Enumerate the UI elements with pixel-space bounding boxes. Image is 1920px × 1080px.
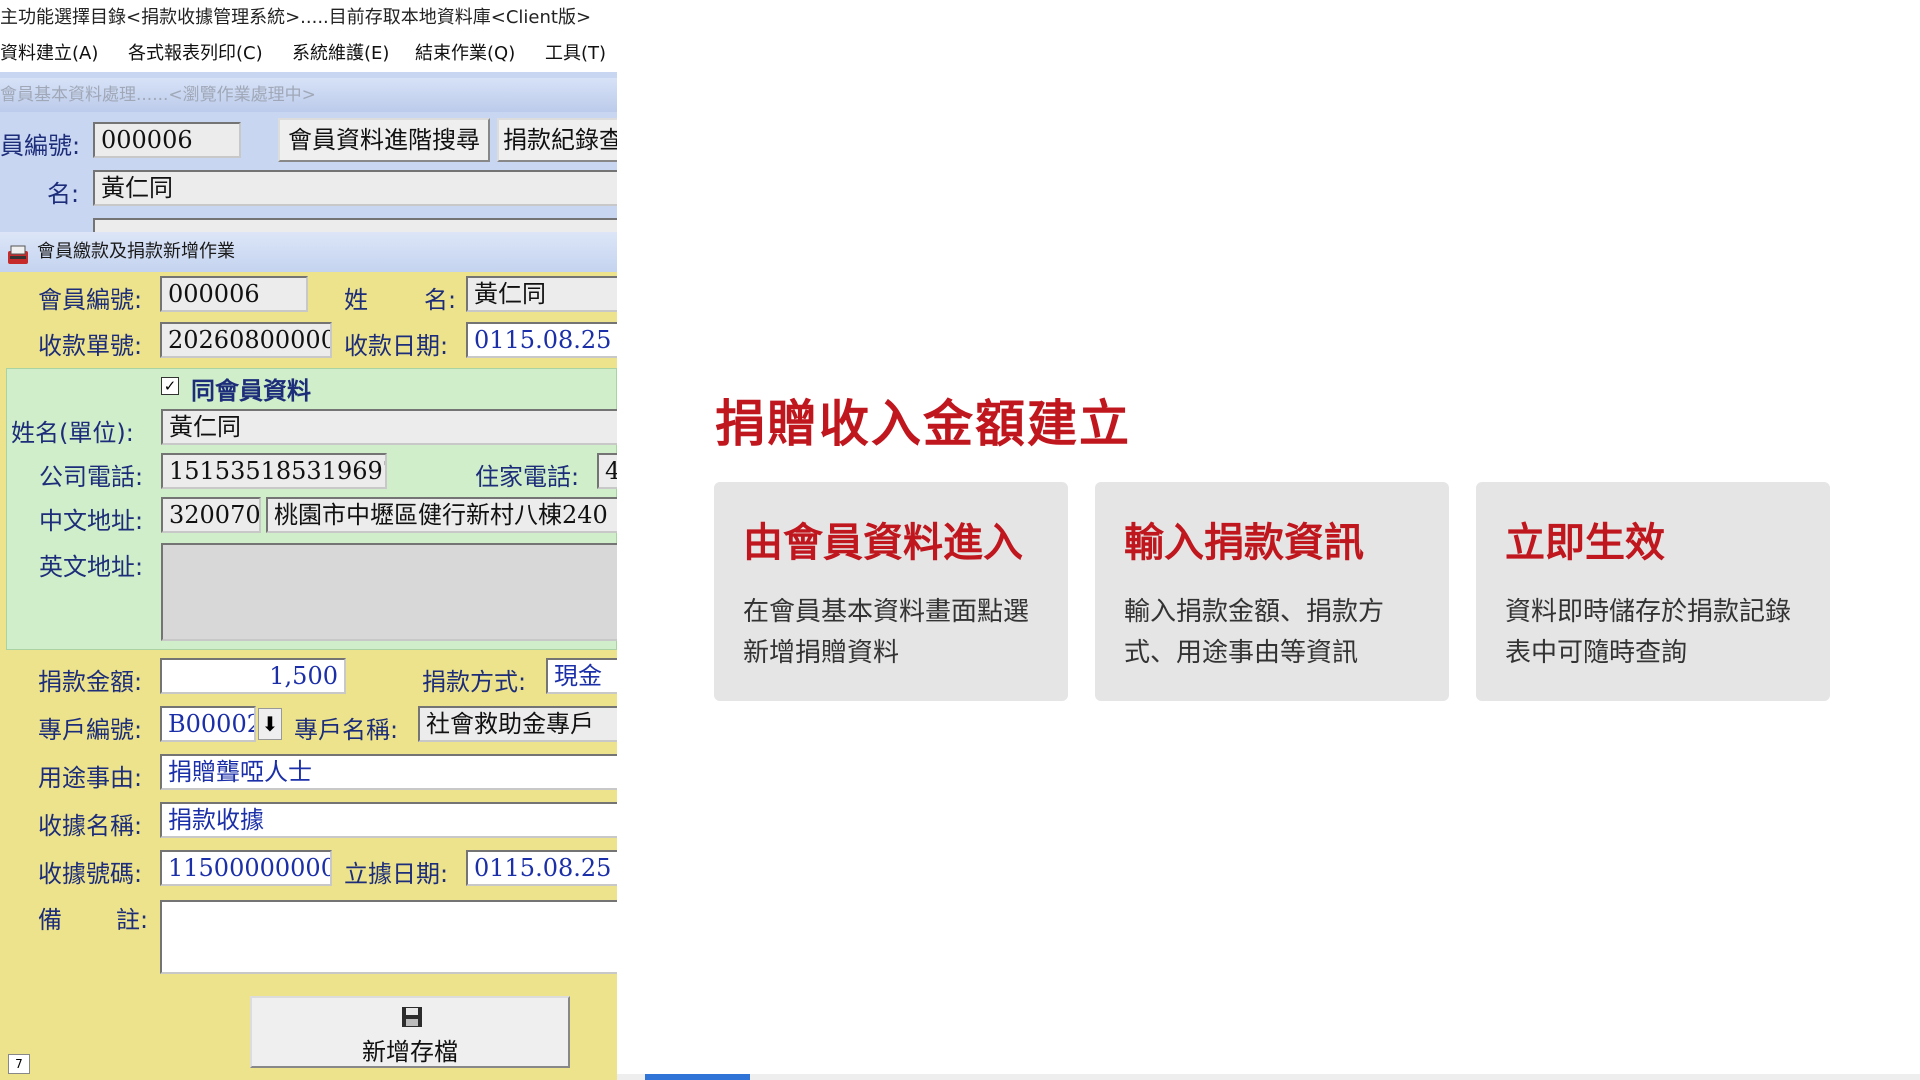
member-id-field[interactable]: 000006 [160,276,308,312]
menu-maintenance[interactable]: 系統維護(E) [292,36,389,72]
menu-bar: 資料建立(A) 各式報表列印(C) 系統維護(E) 結束作業(Q) 工具(T) [0,36,617,72]
menu-tools[interactable]: 工具(T) [545,36,606,72]
donation-window-title: 會員繳款及捐款新增作業 [37,241,235,262]
account-no-label: 專戶編號: [38,716,143,744]
slide-page-number: 7 [8,1054,30,1074]
cn-address-label: 中文地址: [39,507,144,535]
member-id-field[interactable]: 000006 [93,122,241,158]
account-name-label: 專戶名稱: [294,716,399,744]
method-label: 捐款方式: [422,668,527,696]
name-field[interactable]: 黃仁同 [466,276,617,312]
advanced-search-button[interactable]: 會員資料進階搜尋 [278,118,490,162]
company-phone-label: 公司電話: [39,463,144,491]
save-new-button-label: 新增存檔 [362,1038,458,1066]
receipt-date-field[interactable]: 0115.08.25 [466,322,617,358]
receipt-date-label: 收款日期: [344,332,449,360]
given-name-label: 名: [424,286,457,314]
remark-label-second: 註: [116,906,149,934]
payer-info-panel: ✓ 同會員資料 姓名(單位): 黃仁同 公司電話: 15153518531969… [6,368,617,650]
home-phone-field[interactable]: 4 [597,453,617,489]
receipt-name-label: 收據名稱: [38,812,143,840]
purpose-label: 用途事由: [38,764,143,792]
donation-window-caption: 會員繳款及捐款新增作業 [0,232,617,272]
account-dropdown-arrow-icon[interactable]: ⬇ [258,708,282,740]
zip-code-field[interactable]: 320070 [161,497,261,533]
en-address-label: 英文地址: [39,553,144,581]
receipt-number-label: 收據號碼: [38,860,143,888]
donation-entry-window: 會員繳款及捐款新增作業 會員編號: 000006 姓 名: 黃仁同 收款單號: … [0,232,617,1080]
card-title: 輸入捐款資訊 [1124,520,1364,566]
unit-name-label: 姓名(單位): [11,419,134,447]
member-id-label: 員編號: [0,132,81,160]
window-app-icon [6,241,30,264]
floppy-disk-icon [400,1006,424,1028]
receipt-number-field[interactable]: 115000000006 [160,850,332,886]
issue-date-label: 立據日期: [344,860,449,888]
menu-data-setup[interactable]: 資料建立(A) [0,36,98,72]
slide-progress-fill [645,1074,750,1080]
member-id-label: 會員編號: [38,286,143,314]
same-as-member-label: 同會員資料 [191,377,311,405]
method-field[interactable]: 現金 [546,658,617,694]
receipt-no-field[interactable]: 202608000001 [160,322,332,358]
cn-address-field[interactable]: 桃園市中壢區健行新村八棟240 [266,497,617,533]
feature-card-member-entry: 由會員資料進入 在會員基本資料畫面點選新增捐贈資料 [714,482,1068,701]
receipt-no-label: 收款單號: [38,332,143,360]
en-address-field[interactable] [161,543,617,641]
save-new-button[interactable]: 新增存檔 [250,996,570,1068]
slide-title: 捐贈收入金額建立 [715,395,1131,453]
remark-label-first: 備 [38,906,62,934]
desktop-app-window: 主功能選擇目錄<捐款收據管理系統>.....目前存取本地資料庫<Client版>… [0,0,617,1080]
remark-field[interactable] [160,900,617,974]
member-name-label: 名: [47,180,80,208]
card-description: 輸入捐款金額、捐款方式、用途事由等資訊 [1124,597,1385,668]
amount-label: 捐款金額: [38,668,143,696]
member-data-window: 會員基本資料處理......<瀏覽作業處理中> 員編號: 000006 會員資料… [0,72,617,238]
slide-progress-track [617,1074,1920,1080]
issue-date-field[interactable]: 0115.08.25 [466,850,617,886]
card-description: 在會員基本資料畫面點選新增捐贈資料 [743,597,1030,668]
menu-reports[interactable]: 各式報表列印(C) [128,36,263,72]
card-description: 資料即時儲存於捐款記錄表中可隨時查詢 [1505,597,1792,668]
window-title: 主功能選擇目錄<捐款收據管理系統>.....目前存取本地資料庫<Client版> [0,0,617,36]
unit-name-field[interactable]: 黃仁同 [161,409,617,445]
card-title: 由會員資料進入 [743,520,1023,566]
amount-field[interactable]: 1,500 [160,658,346,694]
menu-exit[interactable]: 結束作業(Q) [415,36,515,72]
member-window-caption: 會員基本資料處理......<瀏覽作業處理中> [0,78,617,112]
account-no-field[interactable]: B00002 [160,706,256,742]
company-phone-field[interactable]: 1515351853196977 [161,453,387,489]
home-phone-label: 住家電話: [475,463,580,491]
card-title: 立即生效 [1505,520,1665,566]
donation-record-button[interactable]: 捐款紀錄查 [497,118,617,162]
same-as-member-checkbox[interactable]: ✓ [161,377,179,395]
surname-label: 姓 [344,286,368,314]
feature-card-instant-effect: 立即生效 資料即時儲存於捐款記錄表中可隨時查詢 [1476,482,1830,701]
member-name-field[interactable]: 黃仁同 [93,170,617,206]
account-name-field[interactable]: 社會救助金專戶 [418,706,617,742]
feature-card-donation-info: 輸入捐款資訊 輸入捐款金額、捐款方式、用途事由等資訊 [1095,482,1449,701]
receipt-name-field[interactable]: 捐款收據 [160,802,617,838]
purpose-field[interactable]: 捐贈聾啞人士 [160,754,617,790]
